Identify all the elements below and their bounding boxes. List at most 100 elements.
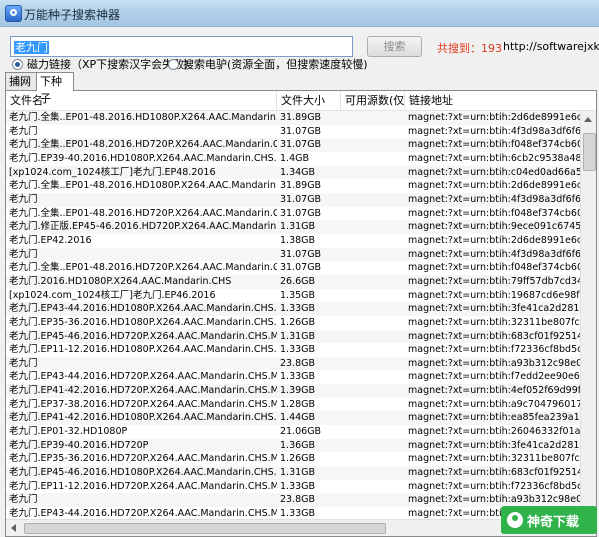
magnet-link-cell: magnet:?xt=urn:btih:2d6de8991e6c640a016e…	[408, 180, 582, 192]
tab-download-seed[interactable]: 下种子	[36, 72, 74, 105]
magnet-link-cell: magnet:?xt=urn:btih:9ece091c67458631092a…	[408, 221, 582, 233]
table-row[interactable]: 老九门.EP43-44.2016.HD1080P.X264.AAC.Mandar…	[6, 302, 582, 316]
file-size-cell: 31.07GB	[280, 262, 322, 274]
file-size-cell: 1.39GB	[280, 385, 316, 397]
scroll-up-icon[interactable]	[584, 117, 592, 122]
table-row[interactable]: 老九门.全集..EP01-48.2016.HD1080P.X264.AAC.Ma…	[6, 179, 582, 193]
seed-count-cell	[341, 111, 405, 125]
result-count: 共搜到：193	[437, 42, 502, 55]
file-name-cell: 老九门.EP45-46.2016.HD1080P.X264.AAC.Mandar…	[9, 467, 277, 479]
table-row[interactable]: 老九门 31.07GB magnet:?xt=urn:btih:4f3d98a3df…	[6, 125, 582, 139]
file-name-cell: 老九门.EP45-46.2016.HD720P.X264.AAC.Mandari…	[9, 330, 277, 342]
table-row[interactable]: 老九门.全集..EP01-48.2016.HD720P.X264.AAC.Man…	[6, 207, 582, 221]
file-size-cell: 1.31GB	[280, 330, 316, 342]
col-header-link[interactable]: 链接地址	[405, 91, 582, 110]
seed-count-cell	[341, 493, 405, 507]
file-size-cell: 31.07GB	[280, 139, 322, 151]
title-bar: 万能种子搜索神器	[0, 0, 599, 27]
table-row[interactable]: 老九门.2016.HD1080P.X264.AAC.Mandarin.CHS 26…	[6, 274, 582, 289]
magnet-link-cell: magnet:?xt=urn:btih:26046332f01a31f19ee0…	[408, 426, 582, 438]
seed-count-cell	[341, 248, 405, 262]
seed-count-cell	[341, 125, 405, 139]
search-button[interactable]: 搜索	[367, 36, 422, 57]
window-title: 万能种子搜索神器	[24, 8, 121, 22]
magnet-link-cell: magnet:?xt=urn:btih:19687cd6e98f57021cd0…	[408, 289, 582, 301]
magnet-link-cell: magnet:?xt=urn:btih:f048ef374cb6084b99ab…	[408, 139, 582, 151]
table-row[interactable]: 老九门.EP35-36.2016.HD720P.X264.AAC.Mandari…	[6, 452, 582, 466]
magnet-link-cell: magnet:?xt=urn:btih:a93b312c98e0c6d55cf8…	[408, 357, 582, 369]
seed-count-cell	[341, 166, 405, 180]
magnet-link-cell: magnet:?xt=urn:btih:a93b312c98e0c6d55cf8…	[408, 494, 582, 506]
table-row[interactable]: 老九门 31.07GB magnet:?xt=urn:btih:4f3d98a3df…	[6, 192, 582, 207]
radio-edonkey[interactable]	[168, 58, 179, 70]
file-name-cell: 老九门	[9, 357, 38, 369]
table-row[interactable]: 老九门.EP42.2016 1.38GB magnet:?xt=urn:btih:2…	[6, 234, 582, 248]
file-name-cell: 老九门	[9, 125, 38, 137]
site-url: http://softwarejxk.com	[503, 40, 599, 53]
file-size-cell: 1.31GB	[280, 221, 316, 233]
table-row[interactable]: [xp1024.com_1024核工厂]老九门.EP48.2016 1.34GB m…	[6, 165, 582, 180]
horizontal-scroll-thumb[interactable]	[24, 523, 386, 534]
watermark-label: 神奇下载	[527, 514, 580, 530]
tab-capture-site[interactable]: 捕网站	[5, 72, 37, 105]
magnet-link-cell: magnet:?xt=urn:btih:6cb2c9538a4860d83779…	[408, 152, 582, 164]
table-row[interactable]: 老九门.EP39-40.2016.HD1080P.X264.AAC.Mandar…	[6, 152, 582, 166]
magnet-link-cell: magnet:?xt=urn:btih:2d6de8991e6c640a016e…	[408, 234, 582, 246]
table-row[interactable]: 老九门.EP45-46.2016.HD720P.X264.AAC.Mandari…	[6, 329, 582, 344]
table-row[interactable]: 老九门.EP11-12.2016.HD1080P.X264.AAC.Mandar…	[6, 343, 582, 357]
table-row[interactable]: 老九门.EP45-46.2016.HD1080P.X264.AAC.Mandar…	[6, 466, 582, 480]
table-row[interactable]: 老九门 23.8GB magnet:?xt=urn:btih:a93b312c98e…	[6, 493, 582, 508]
file-size-cell: 23.8GB	[280, 494, 316, 506]
file-size-cell: 23.8GB	[280, 357, 316, 369]
main-panel: 老九门 搜索 共搜到：193 http://softwarejxk.com 磁力…	[0, 27, 599, 537]
table-row[interactable]: 老九门.EP35-36.2016.HD1080P.X264.AAC.Mandar…	[6, 316, 582, 330]
vertical-scroll-thumb[interactable]	[583, 133, 596, 171]
seed-count-cell	[341, 480, 405, 494]
table-row[interactable]: 老九门.EP37-38.2016.HD720P.X264.AAC.Mandari…	[6, 398, 582, 412]
file-size-cell: 1.36GB	[280, 439, 316, 451]
seed-count-cell	[341, 289, 405, 303]
table-row[interactable]: 老九门.修正版.EP45-46.2016.HD720P.X264.AAC.Man…	[6, 220, 582, 234]
table-row[interactable]: 老九门.EP41-42.2016.HD1080P.X264.AAC.Mandar…	[6, 411, 582, 426]
file-name-cell: 老九门.EP11-12.2016.HD720P.X264.AAC.Mandari…	[9, 480, 277, 492]
magnet-link-cell: magnet:?xt=urn:btih:f048ef374cb6084b99ab…	[408, 262, 582, 274]
table-row[interactable]: 老九门.EP39-40.2016.HD720P 1.36GB magnet:?xt=…	[6, 438, 582, 453]
scroll-left-icon[interactable]	[11, 524, 16, 532]
option-edonkey[interactable]: 搜索电驴(资源全面，但搜索速度较慢)	[168, 57, 368, 71]
magnet-link-cell: magnet:?xt=urn:btih:79ff57db7cd34fb3b6e8…	[408, 275, 582, 287]
col-header-seeds[interactable]: 可用源数(仅针...	[341, 91, 405, 110]
table-row[interactable]: 老九门.EP43-44.2016.HD720P.X264.AAC.Mandari…	[6, 370, 582, 384]
file-name-cell: 老九门.全集..EP01-48.2016.HD1080P.X264.AAC.Ma…	[9, 180, 277, 192]
seed-count-cell	[341, 466, 405, 480]
seed-count-cell	[341, 138, 405, 152]
table-row[interactable]: [xp1024.com_1024核工厂]老九门.EP46.2016 1.35GB m…	[6, 289, 582, 303]
file-size-cell: 31.89GB	[280, 112, 322, 123]
file-name-cell: 老九门.EP01-32.HD1080P	[9, 426, 128, 438]
file-size-cell: 31.07GB	[280, 248, 322, 260]
table-row[interactable]: 老九门.全集..EP01-48.2016.HD1080P.X264.AAC.Ma…	[6, 111, 582, 125]
file-size-cell: 31.07GB	[280, 125, 322, 137]
search-input[interactable]: 老九门	[10, 36, 353, 57]
option-edonkey-label: 搜索电驴(资源全面，但搜索速度较慢)	[183, 58, 368, 71]
col-header-size[interactable]: 文件大小	[277, 91, 341, 110]
file-name-cell: 老九门.2016.HD1080P.X264.AAC.Mandarin.CHS	[9, 275, 232, 287]
file-name-cell: 老九门.EP43-44.2016.HD720P.X264.AAC.Mandari…	[9, 371, 277, 383]
table-row[interactable]: 老九门 23.8GB magnet:?xt=urn:btih:a93b312c98e…	[6, 356, 582, 371]
seed-count-cell	[341, 384, 405, 398]
magnet-link-cell: magnet:?xt=urn:btih:4f3d98a3df6f6cd1f41a…	[408, 125, 582, 137]
vertical-scrollbar[interactable]	[580, 111, 596, 521]
table-row[interactable]: 老九门.全集..EP01-48.2016.HD720P.X264.AAC.Man…	[6, 261, 582, 275]
file-name-cell: 老九门.修正版.EP45-46.2016.HD720P.X264.AAC.Man…	[9, 221, 277, 233]
table-row[interactable]: 老九门.EP11-12.2016.HD720P.X264.AAC.Mandari…	[6, 480, 582, 494]
file-size-cell: 21.06GB	[280, 426, 322, 438]
table-row[interactable]: 老九门.全集..EP01-48.2016.HD720P.X264.AAC.Man…	[6, 138, 582, 152]
file-size-cell: 1.4GB	[280, 152, 309, 164]
app-icon	[5, 5, 22, 22]
table-row[interactable]: 老九门.EP41-42.2016.HD720P.X264.AAC.Mandari…	[6, 384, 582, 398]
table-row[interactable]: 老九门 31.07GB magnet:?xt=urn:btih:4f3d98a3df…	[6, 247, 582, 262]
seed-count-cell	[341, 330, 405, 344]
radio-magnet[interactable]	[12, 58, 23, 70]
list-header: 文件名 文件大小 可用源数(仅针... 链接地址	[6, 91, 596, 111]
file-size-cell: 1.44GB	[280, 412, 316, 424]
table-row[interactable]: 老九门.EP01-32.HD1080P 21.06GB magnet:?xt=urn…	[6, 425, 582, 439]
